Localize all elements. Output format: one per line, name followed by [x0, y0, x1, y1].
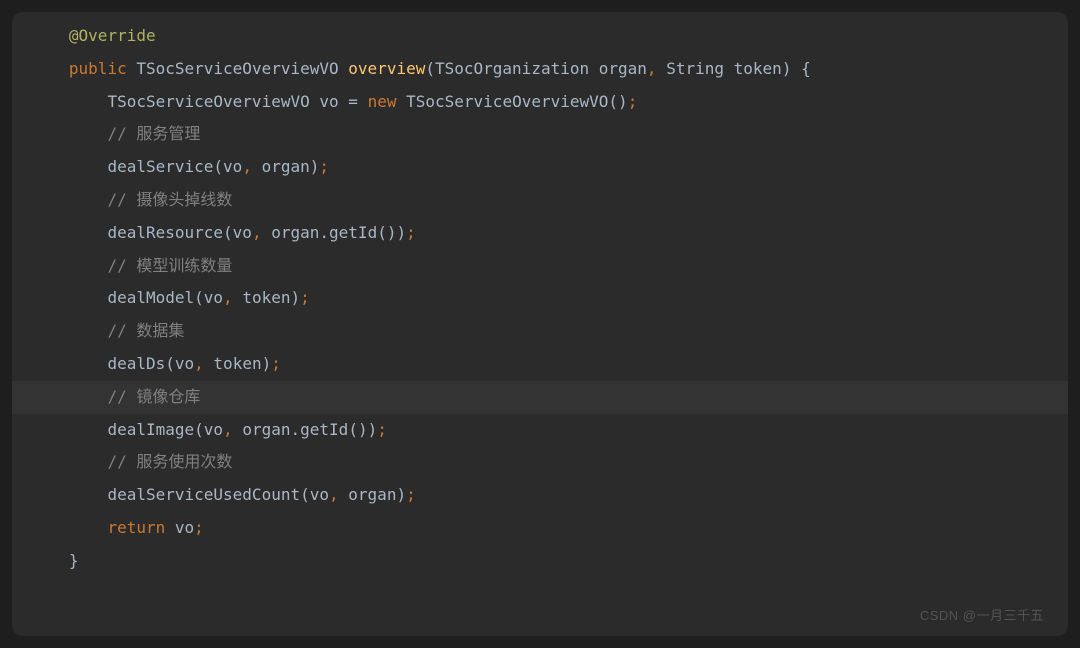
method-call: dealServiceUsedCount	[107, 485, 300, 504]
semicolon: ;	[406, 485, 416, 504]
arg: vo	[204, 420, 223, 439]
code-line: // 摄像头掉线数	[12, 184, 1068, 217]
paren-close: )	[291, 288, 301, 307]
semicolon: ;	[628, 92, 638, 111]
keyword-public: public	[69, 59, 127, 78]
watermark: CSDN @一月三千五	[920, 603, 1044, 630]
code-line-highlighted: // 镜像仓库	[12, 381, 1068, 414]
type-name: TSocServiceOverviewVO	[107, 92, 309, 111]
arg: vo	[310, 485, 329, 504]
equals: =	[348, 92, 358, 111]
arg: token	[242, 288, 290, 307]
type-name: TSocServiceOverviewVO	[136, 59, 338, 78]
code-line: // 服务管理	[12, 118, 1068, 151]
keyword-return: return	[107, 518, 165, 537]
paren-close: )	[368, 420, 378, 439]
semicolon: ;	[406, 223, 416, 242]
code-line: public TSocServiceOverviewVO overview(TS…	[12, 53, 1068, 86]
type-name: TSocOrganization	[435, 59, 589, 78]
param-name: token	[734, 59, 782, 78]
dot: .	[291, 420, 301, 439]
method-call: dealService	[107, 157, 213, 176]
semicolon: ;	[271, 354, 281, 373]
code-line: // 数据集	[12, 315, 1068, 348]
arg: vo	[204, 288, 223, 307]
paren-open: (	[165, 354, 175, 373]
code-line: return vo;	[12, 512, 1068, 545]
paren-open: (	[348, 420, 358, 439]
code-line: }	[12, 545, 1068, 578]
method-call: dealDs	[107, 354, 165, 373]
arg: vo	[223, 157, 242, 176]
comma: ,	[647, 59, 657, 78]
comma: ,	[252, 223, 262, 242]
param-name: organ	[599, 59, 647, 78]
method-name: overview	[348, 59, 425, 78]
brace-close: }	[69, 551, 79, 570]
paren-close: )	[396, 485, 406, 504]
method-call: dealResource	[107, 223, 223, 242]
comma: ,	[242, 157, 252, 176]
var-name: vo	[319, 92, 338, 111]
code-line: dealServiceUsedCount(vo, organ);	[12, 479, 1068, 512]
comment: // 服务管理	[107, 124, 200, 143]
paren-open: (	[300, 485, 310, 504]
paren-close: )	[396, 223, 406, 242]
code-line: dealResource(vo, organ.getId());	[12, 217, 1068, 250]
dot: .	[319, 223, 329, 242]
constructor: TSocServiceOverviewVO	[406, 92, 608, 111]
var-name: vo	[175, 518, 194, 537]
arg: token	[213, 354, 261, 373]
getter: getId	[329, 223, 377, 242]
method-call: dealImage	[107, 420, 194, 439]
getter: getId	[300, 420, 348, 439]
paren-open: (	[223, 223, 233, 242]
code-line: dealDs(vo, token);	[12, 348, 1068, 381]
code-line: // 模型训练数量	[12, 250, 1068, 283]
code-line: TSocServiceOverviewVO vo = new TSocServi…	[12, 86, 1068, 119]
comma: ,	[223, 420, 233, 439]
code-line: @Override	[12, 20, 1068, 53]
arg: organ	[262, 157, 310, 176]
comma: ,	[329, 485, 339, 504]
semicolon: ;	[319, 157, 329, 176]
arg: vo	[233, 223, 252, 242]
paren-open: (	[377, 223, 387, 242]
comment: // 数据集	[107, 321, 184, 340]
comment: // 模型训练数量	[107, 256, 232, 275]
paren-close: )	[618, 92, 628, 111]
arg: vo	[175, 354, 194, 373]
paren-close: )	[262, 354, 272, 373]
code-line: dealModel(vo, token);	[12, 282, 1068, 315]
paren-close: )	[310, 157, 320, 176]
arg: organ	[271, 223, 319, 242]
paren-open: (	[425, 59, 435, 78]
code-line: // 服务使用次数	[12, 446, 1068, 479]
comma: ,	[223, 288, 233, 307]
paren-open: (	[194, 420, 204, 439]
comment: // 镜像仓库	[107, 387, 200, 406]
code-line: dealImage(vo, organ.getId());	[12, 414, 1068, 447]
code-editor[interactable]: @Override public TSocServiceOverviewVO o…	[12, 12, 1068, 636]
semicolon: ;	[194, 518, 204, 537]
comment: // 服务使用次数	[107, 452, 232, 471]
comma: ,	[194, 354, 204, 373]
paren-open: (	[213, 157, 223, 176]
keyword-new: new	[368, 92, 397, 111]
paren-open: (	[608, 92, 618, 111]
code-line: dealService(vo, organ);	[12, 151, 1068, 184]
method-call: dealModel	[107, 288, 194, 307]
annotation: @Override	[69, 26, 156, 45]
type-name: String	[666, 59, 724, 78]
brace-open: {	[801, 59, 811, 78]
semicolon: ;	[377, 420, 387, 439]
arg: organ	[242, 420, 290, 439]
arg: organ	[348, 485, 396, 504]
paren-close: )	[782, 59, 792, 78]
semicolon: ;	[300, 288, 310, 307]
paren-close: )	[358, 420, 368, 439]
paren-open: (	[194, 288, 204, 307]
comment: // 摄像头掉线数	[107, 190, 232, 209]
